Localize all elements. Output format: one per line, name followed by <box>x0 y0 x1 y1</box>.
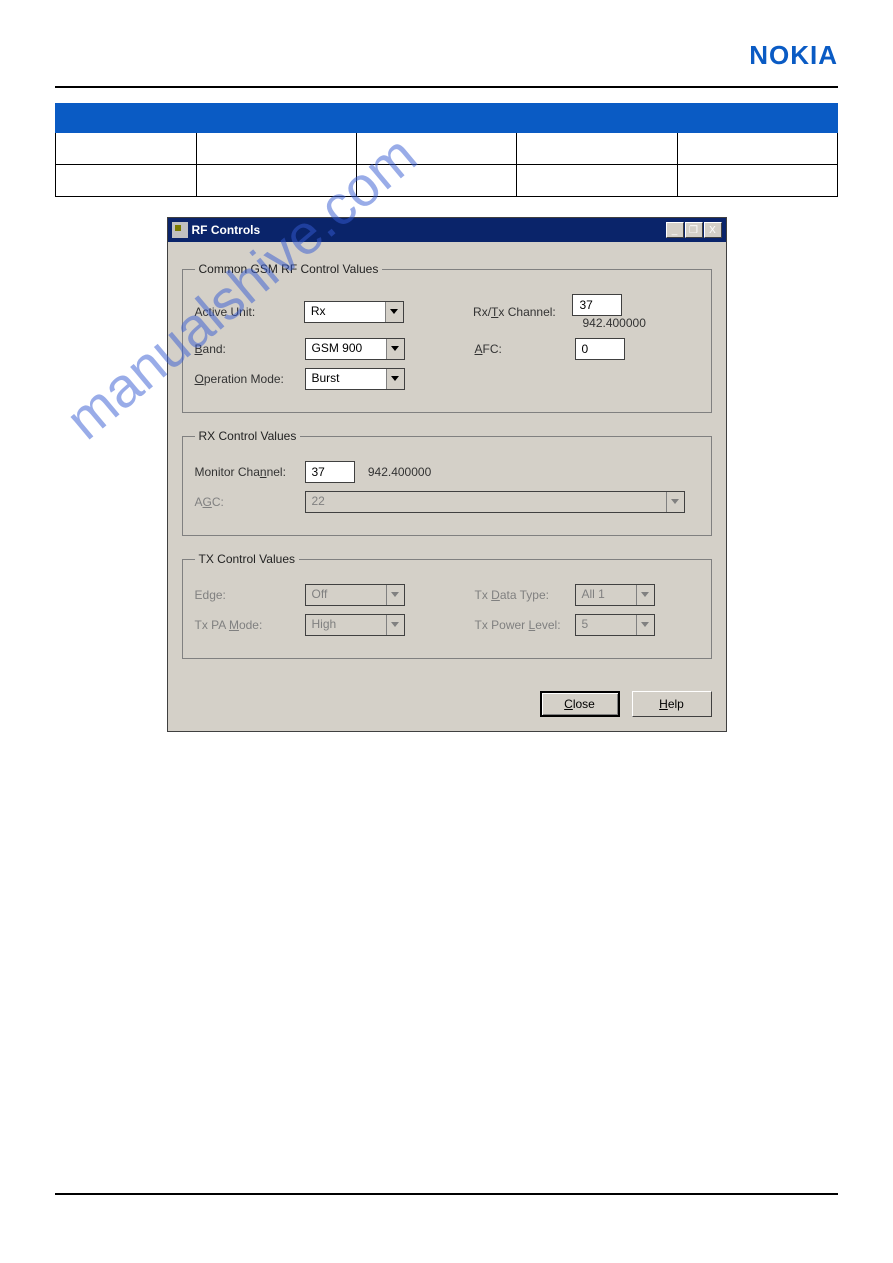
monitor-channel-input[interactable]: 37 <box>305 461 355 483</box>
dialog-container: manualshive.com RF Controls _ ❐ X Common… <box>55 217 838 732</box>
chevron-down-icon <box>636 615 654 635</box>
nokia-logo: NOKIA <box>749 40 838 71</box>
divider-top <box>55 86 838 88</box>
agc-combo: 22 <box>305 491 685 513</box>
close-dialog-button[interactable]: Close <box>540 691 620 717</box>
band-combo[interactable]: GSM 900 <box>305 338 405 360</box>
rx-control-legend: RX Control Values <box>195 429 301 443</box>
table-header <box>517 104 677 133</box>
close-icon: X <box>709 225 716 236</box>
tx-data-type-value: All 1 <box>576 585 636 605</box>
rxtx-channel-label: Rx/Tx Channel: <box>473 305 556 319</box>
tx-pa-mode-label: Tx PA Mode: <box>195 618 263 632</box>
chevron-down-icon <box>666 492 684 512</box>
table-header <box>357 104 517 133</box>
table-header <box>56 104 197 133</box>
rx-control-group: RX Control Values Monitor Channel: 37 94… <box>182 429 712 536</box>
table-cell <box>677 133 837 165</box>
rf-controls-dialog: RF Controls _ ❐ X Common GSM RF Control … <box>167 217 727 732</box>
close-button[interactable]: X <box>704 222 722 238</box>
table-cell <box>517 133 677 165</box>
minimize-button[interactable]: _ <box>666 222 684 238</box>
rxtx-channel-input[interactable]: 37 <box>572 294 622 316</box>
page-header: NOKIA <box>55 40 838 71</box>
agc-value: 22 <box>306 492 666 512</box>
edge-label: Edge: <box>195 588 226 602</box>
table-cell <box>517 165 677 197</box>
operation-mode-value: Burst <box>306 369 386 389</box>
active-unit-label: Active Unit: <box>195 305 256 319</box>
table-cell <box>196 165 356 197</box>
dialog-title: RF Controls <box>192 223 666 237</box>
tx-data-type-combo: All 1 <box>575 584 655 606</box>
tx-control-legend: TX Control Values <box>195 552 300 566</box>
table-row <box>56 133 838 165</box>
chevron-down-icon[interactable] <box>386 369 404 389</box>
app-icon <box>172 222 188 238</box>
operation-mode-label: Operation Mode: <box>195 372 284 386</box>
data-table <box>55 103 838 197</box>
operation-mode-combo[interactable]: Burst <box>305 368 405 390</box>
active-unit-value: Rx <box>305 302 385 322</box>
table-cell <box>196 133 356 165</box>
active-unit-combo[interactable]: Rx <box>304 301 404 323</box>
tx-pa-mode-value: High <box>306 615 386 635</box>
tx-control-group: TX Control Values Edge: Off Tx Data Type… <box>182 552 712 659</box>
afc-label: AFC: <box>475 342 502 356</box>
rxtx-frequency: 942.400000 <box>582 316 645 330</box>
edge-value: Off <box>306 585 386 605</box>
common-rf-group: Common GSM RF Control Values Active Unit… <box>182 262 712 413</box>
band-value: GSM 900 <box>306 339 386 359</box>
divider-bottom <box>55 1193 838 1195</box>
table-row <box>56 165 838 197</box>
monitor-frequency: 942.400000 <box>368 465 431 479</box>
restore-icon: ❐ <box>689 225 698 236</box>
table-cell <box>56 165 197 197</box>
help-button[interactable]: Help <box>632 691 712 717</box>
chevron-down-icon[interactable] <box>386 339 404 359</box>
table-cell <box>677 165 837 197</box>
common-rf-legend: Common GSM RF Control Values <box>195 262 383 276</box>
tx-power-level-value: 5 <box>576 615 636 635</box>
table-cell <box>357 165 517 197</box>
edge-combo: Off <box>305 584 405 606</box>
chevron-down-icon <box>636 585 654 605</box>
chevron-down-icon <box>386 615 404 635</box>
band-label: Band: <box>195 342 226 356</box>
table-header-row <box>56 104 838 133</box>
restore-button[interactable]: ❐ <box>685 222 703 238</box>
chevron-down-icon[interactable] <box>385 302 403 322</box>
table-cell <box>56 133 197 165</box>
afc-input[interactable]: 0 <box>575 338 625 360</box>
table-header <box>677 104 837 133</box>
table-cell <box>357 133 517 165</box>
tx-data-type-label: Tx Data Type: <box>475 588 550 602</box>
table-header <box>196 104 356 133</box>
chevron-down-icon <box>386 585 404 605</box>
dialog-titlebar[interactable]: RF Controls _ ❐ X <box>168 218 726 242</box>
tx-power-level-label: Tx Power Level: <box>475 618 561 632</box>
monitor-channel-label: Monitor Channel: <box>195 465 286 479</box>
minimize-icon: _ <box>672 225 678 236</box>
agc-label: AGC: <box>195 495 224 509</box>
tx-pa-mode-combo: High <box>305 614 405 636</box>
tx-power-level-combo: 5 <box>575 614 655 636</box>
